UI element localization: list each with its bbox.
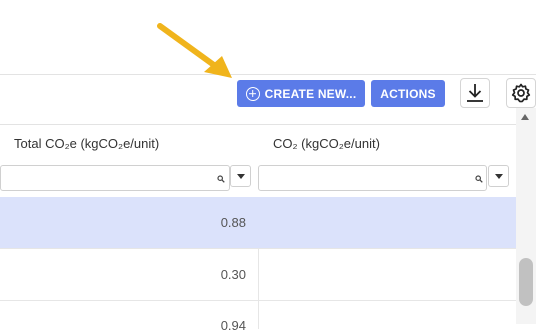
- scrollbar-thumb[interactable]: [519, 258, 533, 306]
- actions-label: ACTIONS: [380, 86, 436, 101]
- column-header-total-co2e[interactable]: Total CO₂e (kgCO₂e/unit): [14, 136, 159, 151]
- download-button[interactable]: [460, 78, 490, 108]
- table-row[interactable]: 0.88: [0, 197, 516, 249]
- create-new-button[interactable]: CREATE NEW...: [237, 80, 365, 107]
- search-icon: [217, 175, 225, 183]
- filter-dropdown-button[interactable]: [230, 165, 251, 187]
- filter-input-co2[interactable]: [258, 165, 487, 191]
- header-divider: [0, 124, 516, 125]
- scroll-up-arrow-icon[interactable]: [521, 114, 529, 120]
- column-header-co2[interactable]: CO₂ (kgCO₂e/unit): [273, 136, 380, 151]
- download-icon: [467, 84, 483, 102]
- create-new-label: CREATE NEW...: [264, 86, 357, 101]
- filter-dropdown-button[interactable]: [488, 165, 509, 187]
- gear-icon: [511, 83, 531, 103]
- total-co2e-cell: 0.94: [220, 318, 246, 333]
- plus-circle-icon: [245, 86, 260, 101]
- column-separator: [258, 249, 259, 329]
- chevron-down-icon: [236, 173, 245, 179]
- chevron-down-icon: [494, 173, 503, 179]
- total-co2e-cell: 0.30: [220, 267, 246, 282]
- toolbar-divider: [0, 74, 536, 75]
- search-icon: [475, 175, 483, 183]
- filter-input-total-co2e[interactable]: [0, 165, 230, 191]
- actions-button[interactable]: ACTIONS: [371, 80, 445, 107]
- settings-button[interactable]: [506, 78, 536, 108]
- total-co2e-cell: 0.88: [220, 215, 246, 230]
